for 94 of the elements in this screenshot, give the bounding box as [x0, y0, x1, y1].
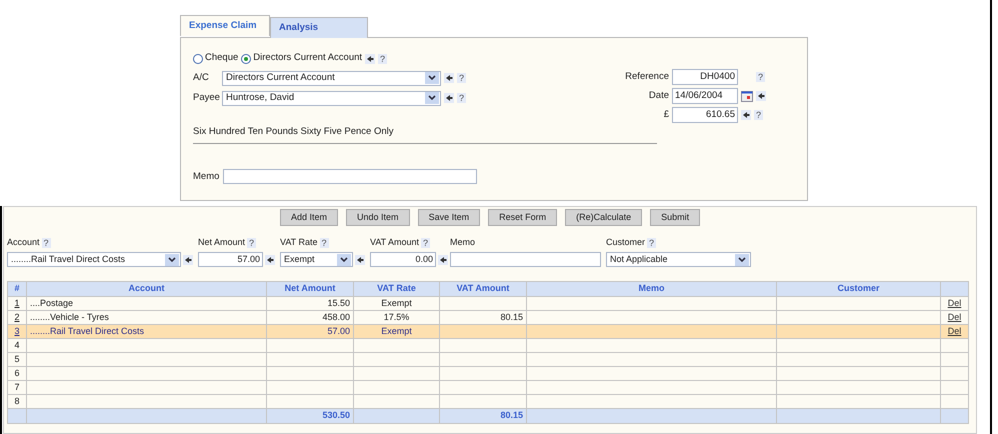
- amount-in-words: Six Hundred Ten Pounds Sixty Five Pence Only: [193, 126, 394, 137]
- table-row[interactable]: 8: [8, 395, 969, 409]
- dropdown-caret-icon[interactable]: [425, 92, 439, 104]
- amount-field[interactable]: 610.65: [672, 107, 738, 123]
- table-cell: 80.15: [500, 312, 523, 322]
- table-row[interactable]: 3 ........Rail Travel Direct Costs 57.00 Exempt Del: [8, 325, 969, 339]
- help-button[interactable]: ?: [421, 238, 430, 248]
- radio-label: Cheque: [205, 51, 238, 66]
- help-button[interactable]: ?: [378, 54, 388, 64]
- action-button[interactable]: Save Item: [418, 209, 480, 226]
- arrow-left-icon[interactable]: [741, 110, 751, 120]
- total-cell: 530.50: [267, 409, 354, 424]
- row-number: 8: [14, 396, 20, 406]
- help-button[interactable]: ?: [647, 238, 656, 248]
- delete-link[interactable]: Del: [948, 326, 962, 336]
- row-number: 5: [14, 354, 20, 364]
- help-button[interactable]: ?: [754, 110, 764, 120]
- total-cell: 80.15: [440, 409, 527, 424]
- help-button[interactable]: ?: [457, 73, 466, 83]
- select-field[interactable]: Directors Current Account: [222, 70, 441, 86]
- select-field[interactable]: Exempt: [280, 252, 353, 267]
- action-button[interactable]: Submit: [650, 209, 700, 226]
- action-button[interactable]: Undo Item: [346, 209, 410, 226]
- field-label: A/C: [193, 70, 210, 85]
- table-cell: ........Rail Travel Direct Costs: [30, 326, 144, 336]
- table-cell: 458.00: [322, 312, 350, 322]
- arrow-left-icon[interactable]: [355, 254, 365, 264]
- table-cell: ........Vehicle - Tyres: [30, 312, 109, 322]
- calendar-icon[interactable]: [741, 90, 753, 102]
- action-button[interactable]: Reset Form: [488, 209, 558, 226]
- delete-link[interactable]: Del: [948, 312, 962, 322]
- arrow-left-icon[interactable]: [438, 254, 448, 264]
- field-label: Payee: [193, 90, 219, 105]
- row-number: 7: [14, 382, 20, 392]
- arrow-left-icon[interactable]: [183, 254, 193, 264]
- table-row[interactable]: 1 ....Postage 15.50 Exempt Del: [8, 297, 969, 311]
- select-field[interactable]: Huntrose, David: [222, 90, 441, 106]
- memo-field[interactable]: [223, 169, 477, 184]
- table-cell: Exempt: [381, 326, 412, 336]
- reference-field[interactable]: DH0400: [672, 69, 738, 85]
- table-cell: 15.50: [327, 298, 350, 308]
- help-button[interactable]: ?: [457, 93, 466, 103]
- table-row[interactable]: 2 ........Vehicle - Tyres 458.00 17.5% 80.15 Del: [8, 311, 969, 325]
- amount-field[interactable]: 57.00: [198, 252, 263, 267]
- field-label: Memo: [450, 236, 476, 250]
- arrow-left-icon[interactable]: [444, 93, 454, 103]
- row-number: 4: [14, 340, 20, 350]
- radio-button[interactable]: [193, 54, 203, 64]
- select-field[interactable]: ........Rail Travel Direct Costs: [7, 252, 181, 267]
- radio-label: Directors Current Account: [253, 51, 362, 66]
- field-label: Account: [7, 236, 40, 250]
- field-label: Net Amount: [198, 236, 246, 250]
- dropdown-caret-icon[interactable]: [337, 254, 351, 266]
- arrow-left-icon[interactable]: [365, 54, 376, 64]
- tab[interactable]: Expense Claim: [180, 15, 270, 36]
- table-row[interactable]: 5: [8, 353, 969, 367]
- row-number-link[interactable]: 3: [14, 326, 20, 336]
- table-row[interactable]: 7: [8, 381, 969, 395]
- row-number: 6: [14, 368, 20, 378]
- table-row[interactable]: 4: [8, 339, 969, 353]
- select-field[interactable]: Not Applicable: [606, 252, 751, 267]
- date-field[interactable]: 14/06/2004: [672, 88, 738, 104]
- table-cell: [941, 409, 969, 424]
- dropdown-caret-icon[interactable]: [425, 72, 439, 84]
- delete-link[interactable]: Del: [948, 298, 962, 308]
- field-label: VAT Rate: [280, 236, 318, 250]
- arrow-left-icon[interactable]: [444, 73, 454, 83]
- field-label: Memo: [193, 170, 219, 184]
- arrow-left-icon[interactable]: [265, 254, 275, 264]
- arrow-left-icon[interactable]: [756, 91, 766, 101]
- field-label: Reference: [624, 70, 669, 84]
- table-cell: ....Postage: [30, 298, 74, 308]
- tab[interactable]: Analysis: [270, 17, 368, 38]
- row-number-link[interactable]: 2: [14, 312, 20, 322]
- table-cell: 17.5%: [384, 312, 410, 322]
- table-cell: Exempt: [381, 298, 412, 308]
- memo-field[interactable]: [450, 252, 601, 267]
- help-button[interactable]: ?: [320, 238, 329, 248]
- field-label: Customer: [606, 236, 646, 250]
- action-button[interactable]: Add Item: [280, 209, 338, 226]
- action-button[interactable]: (Re)Calculate: [565, 209, 642, 226]
- help-button[interactable]: ?: [756, 72, 766, 82]
- radio-button[interactable]: [241, 54, 252, 64]
- row-number-link[interactable]: 1: [14, 298, 20, 308]
- field-label: £: [662, 108, 669, 122]
- help-button[interactable]: ?: [42, 238, 51, 248]
- help-button[interactable]: ?: [247, 238, 256, 248]
- table-cell: 57.00: [327, 326, 350, 336]
- amount-field[interactable]: 0.00: [370, 252, 436, 267]
- table-row[interactable]: 6: [8, 367, 969, 381]
- field-label: VAT Amount: [370, 236, 420, 250]
- dropdown-caret-icon[interactable]: [735, 254, 749, 266]
- dropdown-caret-icon[interactable]: [165, 254, 179, 266]
- field-label: Date: [648, 88, 669, 103]
